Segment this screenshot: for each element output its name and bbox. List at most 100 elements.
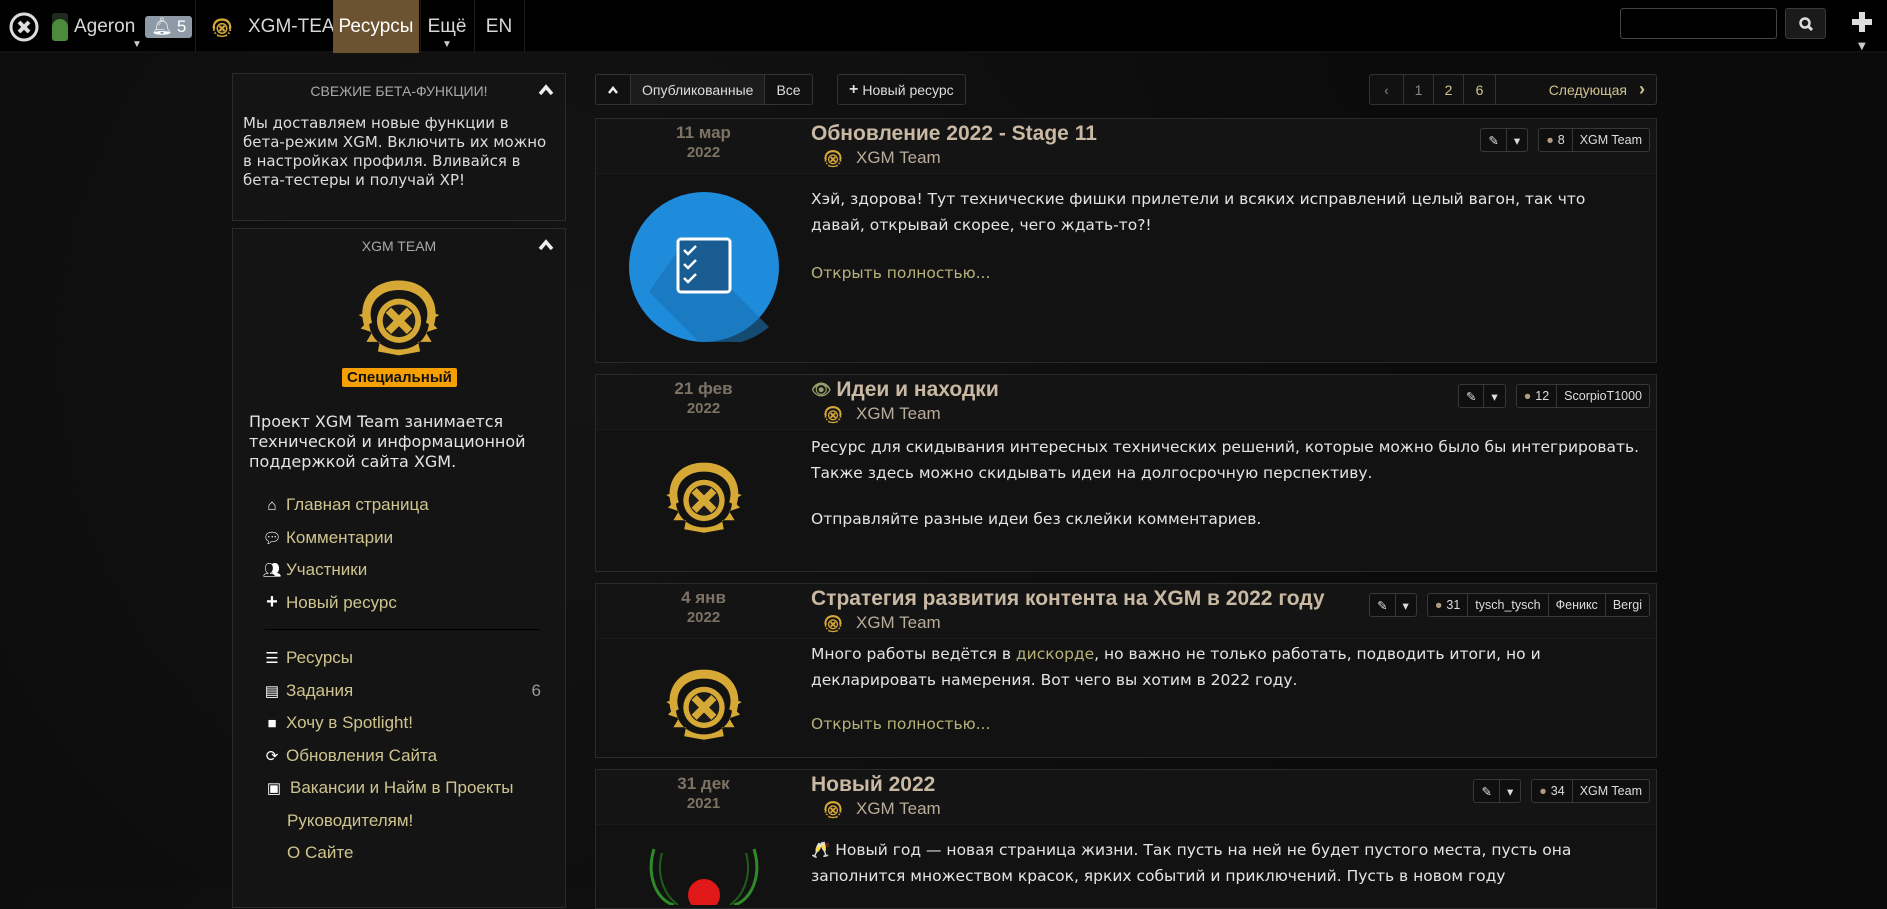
resource-card: 11 мар 2022 Обновление 2022 - Stage 11 XG…	[595, 118, 1657, 363]
dropdown-button[interactable]: ▾	[1507, 129, 1527, 151]
nav-site-updates[interactable]: ⟳ Обновления Сайта	[261, 740, 541, 773]
panel-title: СВЕЖИЕ БЕТА-ФУНКЦИИ!	[310, 83, 488, 99]
search-button[interactable]	[1785, 8, 1826, 39]
nav-label: Новый ресурс	[286, 592, 397, 612]
participant[interactable]: tysch_tysch	[1468, 594, 1549, 616]
create-menu[interactable]: ▼	[1850, 10, 1876, 52]
video-icon: ■	[267, 714, 277, 732]
edit-group: ✎ ▾	[1457, 384, 1506, 408]
post-title[interactable]: Обновление 2022 - Stage 11	[811, 122, 1097, 146]
nav-about[interactable]: О Сайте	[261, 837, 541, 870]
nav-resources[interactable]: ☰ Ресурсы	[261, 642, 541, 675]
resource-card: 21 фев 2022 👁︎ Идеи и находки XGM Team ✎ ▾ …	[595, 374, 1657, 572]
team-description: Проект XGM Team занимается технической и…	[249, 412, 526, 471]
group-badge: Специальный	[342, 368, 457, 387]
edit-button[interactable]: ✎	[1459, 385, 1485, 407]
nav-new-resource[interactable]: + Новый ресурс	[261, 587, 541, 620]
notifications-badge[interactable]: 🔔︎ 5	[145, 15, 193, 38]
more-menu[interactable]: Ещё ▼	[420, 0, 474, 53]
nav-managers[interactable]: Руководителям!	[261, 805, 541, 838]
nav-home[interactable]: ⌂ Главная страница	[261, 489, 541, 522]
filter-all[interactable]: Все	[765, 75, 811, 104]
post-author[interactable]: XGM Team	[822, 798, 941, 820]
resource-card: 4 янв 2022 Стратегия развития контента на…	[595, 583, 1657, 758]
participant[interactable]: Bergi	[1606, 594, 1649, 616]
participant[interactable]: XGM Team	[1573, 129, 1649, 151]
comments-count[interactable]: ● 12	[1517, 385, 1558, 407]
search-input[interactable]	[1620, 8, 1777, 39]
page-2[interactable]: 2	[1434, 75, 1464, 104]
discord-link[interactable]: дискорде	[1016, 645, 1094, 663]
team-panel: XGM TEAM Специальный Проект XGM Team зан…	[232, 228, 566, 908]
home-icon: ⌂	[267, 496, 277, 514]
post-title[interactable]: Идеи и находки	[836, 378, 998, 402]
filter-published[interactable]: Опубликованные	[631, 75, 766, 104]
notification-count: 5	[176, 16, 187, 36]
read-more-link[interactable]: Открыть полностью...	[811, 260, 1640, 286]
tab-resources[interactable]: Ресурсы	[333, 0, 419, 53]
comments-count[interactable]: ● 8	[1539, 129, 1573, 151]
id-card-icon: ▣	[266, 780, 282, 798]
collapse-filter-button[interactable]	[596, 75, 631, 104]
stats-group: ● 31 tysch_tysch Феникс Bergi	[1426, 593, 1650, 617]
user-menu[interactable]: Ageron 🔔︎ 5 ▼	[52, 0, 193, 53]
nav-label: Вакансии и Найм в Проекты	[290, 778, 514, 798]
button-label: Новый ресурс	[862, 81, 954, 98]
participant[interactable]: Феникс	[1549, 594, 1606, 616]
language-switch[interactable]: EN	[474, 0, 524, 53]
refresh-icon: ⟳	[265, 747, 279, 765]
post-image	[596, 825, 811, 905]
dropdown-button[interactable]: ▾	[1500, 780, 1520, 802]
post-author[interactable]: XGM Team	[822, 147, 941, 169]
tasks-icon: ▤	[264, 682, 280, 700]
page-6[interactable]: 6	[1464, 75, 1496, 104]
comment-icon: ●	[1546, 133, 1554, 147]
edit-button[interactable]: ✎	[1481, 129, 1507, 151]
nav-tasks[interactable]: ▤ Задания 6	[261, 675, 541, 708]
post-text: Хэй, здорова! Тут технические фишки прил…	[811, 190, 1586, 234]
prev-page-button[interactable]: ‹	[1370, 75, 1404, 104]
chevron-right-icon: ›	[1639, 79, 1645, 99]
tasks-count: 6	[531, 680, 541, 700]
nav-spotlight[interactable]: ■ Хочу в Spotlight!	[261, 707, 541, 740]
xgm-team-logo-icon	[822, 798, 844, 820]
site-logo[interactable]	[8, 0, 40, 53]
collapse-icon[interactable]	[537, 81, 555, 99]
nav-vacancies[interactable]: ▣ Вакансии и Найм в Проекты	[261, 772, 541, 805]
post-title[interactable]: Новый 2022	[811, 773, 935, 797]
post-date: 11 мар 2022	[676, 123, 731, 161]
bell-icon: 🔔︎	[151, 16, 173, 36]
read-more-link[interactable]: Открыть полностью...	[811, 711, 1640, 737]
nav-label: Обновления Сайта	[286, 745, 438, 765]
edit-button[interactable]: ✎	[1474, 780, 1500, 802]
chevron-down-icon: ▼	[1858, 41, 1866, 52]
chevron-down-icon: ▼	[442, 39, 452, 50]
post-title[interactable]: Стратегия развития контента на XGM в 202…	[811, 587, 1325, 611]
plus-icon: +	[849, 80, 859, 98]
plus-icon	[1852, 12, 1872, 32]
comments-count[interactable]: ● 34	[1532, 780, 1573, 802]
chevron-up-icon	[608, 85, 618, 94]
dropdown-button[interactable]: ▾	[1484, 385, 1504, 407]
avatar	[52, 12, 68, 41]
new-resource-button[interactable]: + Новый ресурс	[837, 74, 966, 105]
xgm-team-logo-icon	[822, 147, 844, 169]
dropdown-button[interactable]: ▾	[1396, 594, 1416, 616]
comments-count[interactable]: ● 31	[1428, 594, 1469, 616]
post-author[interactable]: XGM Team	[822, 403, 941, 425]
stats-group: ● 8 XGM Team	[1538, 128, 1650, 152]
team-nav: ⌂ Главная страница 💬︎ Комментарии 👥︎ Участн…	[261, 489, 541, 870]
comment-icon: ●	[1434, 598, 1443, 612]
edit-group: ✎ ▾	[1480, 128, 1529, 152]
group-link[interactable]: XGM-TEAM	[210, 0, 350, 53]
participant[interactable]: ScorpioT1000	[1557, 385, 1649, 407]
nav-comments[interactable]: 💬︎ Комментарии	[261, 522, 541, 555]
page-1[interactable]: 1	[1404, 75, 1434, 104]
edit-button[interactable]: ✎	[1370, 594, 1396, 616]
xgm-team-emblem	[351, 267, 447, 363]
nav-members[interactable]: 👥︎ Участники	[261, 554, 541, 587]
post-author[interactable]: XGM Team	[822, 612, 941, 634]
next-page-button[interactable]: Следующая ›	[1496, 75, 1656, 104]
participant[interactable]: XGM Team	[1573, 780, 1649, 802]
collapse-icon[interactable]	[537, 236, 555, 254]
